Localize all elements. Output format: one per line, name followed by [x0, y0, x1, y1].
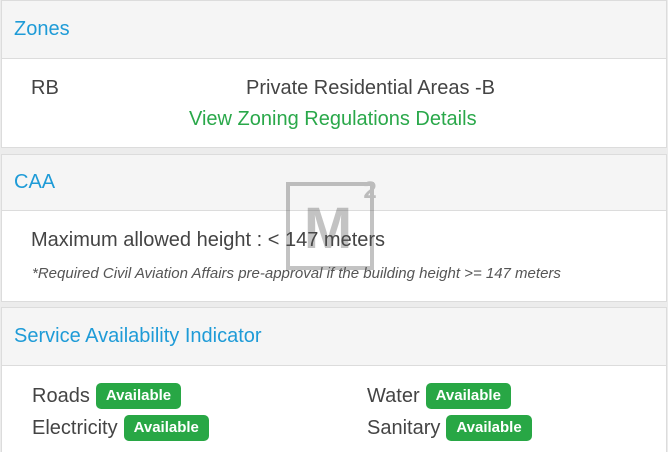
zone-description: Private Residential Areas -B	[246, 77, 496, 99]
service-electricity: Electricity Available	[32, 415, 209, 441]
service-water: Water Available	[367, 383, 511, 409]
caa-approval-note: *Required Civil Aviation Affairs pre-app…	[32, 265, 561, 282]
status-badge: Available	[446, 415, 532, 441]
service-sanitary: Sanitary Available	[367, 415, 532, 441]
zones-heading: Zones	[2, 1, 666, 59]
service-label: Electricity	[32, 416, 118, 439]
max-height-text: Maximum allowed height : < 147 meters	[31, 229, 386, 251]
status-badge: Available	[123, 415, 209, 441]
service-label: Roads	[32, 384, 90, 407]
zone-code: RB	[31, 77, 59, 99]
service-label: Water	[367, 384, 420, 407]
status-badge: Available	[95, 383, 182, 409]
caa-heading: CAA	[2, 155, 666, 211]
view-zoning-regulations-link[interactable]: View Zoning Regulations Details	[189, 108, 477, 131]
status-badge: Available	[425, 383, 511, 409]
service-label: Sanitary	[367, 416, 441, 439]
service-availability-heading: Service Availability Indicator	[2, 308, 666, 366]
service-roads: Roads Available	[32, 383, 182, 409]
